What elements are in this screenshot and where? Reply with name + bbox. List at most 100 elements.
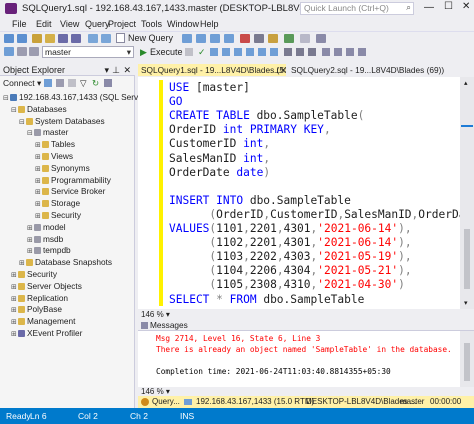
close-icon[interactable]: ✕ xyxy=(123,64,131,76)
query-options-icon[interactable] xyxy=(222,48,230,56)
properties-icon[interactable] xyxy=(316,34,326,43)
close-button[interactable]: ✕ xyxy=(462,1,470,12)
collapse-icon[interactable]: ⊟ xyxy=(11,105,18,116)
menu-project[interactable]: Project xyxy=(108,19,136,29)
quick-launch-input[interactable]: Quick Launch (Ctrl+Q) ⌕ xyxy=(300,2,414,15)
tree-node[interactable]: ⊟ System Databases xyxy=(19,116,105,127)
find-icon[interactable] xyxy=(300,34,310,43)
refresh-icon[interactable]: ↻ xyxy=(92,77,99,89)
menu-window[interactable]: Window xyxy=(167,19,199,29)
close-icon[interactable]: ✕ xyxy=(280,64,286,76)
database-select[interactable]: master ▾ xyxy=(42,46,134,58)
scroll-up-icon[interactable]: ▴ xyxy=(464,79,468,87)
tree-node[interactable]: ⊞ Storage xyxy=(35,198,80,209)
tree-node[interactable]: ⊞ PolyBase xyxy=(11,304,62,315)
collapse-icon[interactable]: ⊟ xyxy=(27,128,34,139)
tree-node[interactable]: ⊞ Database Snapshots xyxy=(19,257,112,268)
comment-icon[interactable] xyxy=(322,48,330,56)
collapse-icon[interactable]: ⊟ xyxy=(19,117,26,128)
pin-icon[interactable]: ⊥ xyxy=(112,64,120,76)
include-plan-icon[interactable] xyxy=(246,48,254,56)
tree-node[interactable]: ⊞ Service Broker xyxy=(35,186,105,197)
back-icon[interactable] xyxy=(4,34,14,43)
tree-node[interactable]: ⊞ Management xyxy=(11,316,75,327)
disconnect-icon[interactable] xyxy=(17,47,27,56)
tree-node[interactable]: ⊞ Programmability xyxy=(35,175,111,186)
save-icon[interactable] xyxy=(58,34,68,43)
results-grid-icon[interactable] xyxy=(296,48,304,56)
xmla-query-icon[interactable] xyxy=(224,34,234,43)
disconnect-icon[interactable] xyxy=(56,79,64,87)
menu-view[interactable]: View xyxy=(60,19,79,29)
results-file-icon[interactable] xyxy=(308,48,316,56)
tab-sqlquery1[interactable]: SQLQuery1.sql - 19...L8V4D\Blades (53))*… xyxy=(138,64,286,76)
expand-icon[interactable]: ⊞ xyxy=(11,305,18,316)
messages-zoom[interactable]: 146 % ▾ xyxy=(138,387,474,396)
expand-icon[interactable]: ⊞ xyxy=(35,199,42,210)
expand-icon[interactable]: ⊞ xyxy=(11,317,18,328)
expand-icon[interactable]: ⊞ xyxy=(35,176,42,187)
expand-icon[interactable]: ⊞ xyxy=(11,294,18,305)
database-query-icon[interactable] xyxy=(182,34,192,43)
parse-icon[interactable]: ✓ xyxy=(198,47,206,58)
minimize-button[interactable]: — xyxy=(424,2,434,13)
scroll-thumb[interactable] xyxy=(464,343,470,381)
expand-icon[interactable]: ⊞ xyxy=(35,164,42,175)
expand-icon[interactable]: ⊞ xyxy=(27,235,34,246)
filter-icon[interactable]: ▽ xyxy=(80,77,87,89)
menu-file[interactable]: File xyxy=(12,19,27,29)
menu-tools[interactable]: Tools xyxy=(141,19,162,29)
tree-node[interactable]: ⊞ Synonyms xyxy=(35,163,90,174)
save-all-icon[interactable] xyxy=(71,34,81,43)
stop-icon[interactable] xyxy=(68,79,76,87)
display-plan-icon[interactable] xyxy=(210,48,218,56)
connect-icon[interactable] xyxy=(4,47,14,56)
execute-button[interactable]: Execute xyxy=(150,47,183,57)
intellisense-icon[interactable] xyxy=(234,48,242,56)
cut-icon[interactable] xyxy=(240,34,250,43)
tree-node[interactable]: ⊞ XEvent Profiler xyxy=(11,328,82,339)
forward-icon[interactable] xyxy=(17,34,27,43)
tree-node[interactable]: ⊟ 192.168.43.167,1433 (SQL Server 15 xyxy=(3,92,157,103)
live-stats-icon[interactable] xyxy=(258,48,266,56)
expand-icon[interactable]: ⊞ xyxy=(11,282,18,293)
tree-node[interactable]: ⊞ Security xyxy=(35,210,81,221)
tree-node[interactable]: ⊞ msdb xyxy=(27,234,63,245)
expand-icon[interactable]: ⊞ xyxy=(11,329,18,340)
editor-zoom[interactable]: 146 % ▾ xyxy=(138,309,474,320)
editor-vertical-scrollbar[interactable]: ▴ ▾ xyxy=(460,77,474,309)
mdx-query-icon[interactable] xyxy=(210,34,220,43)
messages-tab[interactable]: Messages xyxy=(138,320,474,331)
sql-editor[interactable]: USE [master] GO CREATE TABLE dbo.SampleTab… xyxy=(138,77,474,309)
tree-node[interactable]: ⊟ Databases xyxy=(11,104,67,115)
expand-icon[interactable]: ⊞ xyxy=(19,258,26,269)
tree-node[interactable]: ⊞ Replication xyxy=(11,293,68,304)
menu-query[interactable]: Query xyxy=(85,19,110,29)
expand-icon[interactable]: ⊞ xyxy=(35,140,42,151)
redo-icon[interactable] xyxy=(101,34,111,43)
tree-node[interactable]: ⊞ tempdb xyxy=(27,245,71,256)
expand-icon[interactable]: ⊞ xyxy=(35,187,42,198)
debug-icon[interactable] xyxy=(284,34,294,43)
copy-icon[interactable] xyxy=(254,34,264,43)
tree-node[interactable]: ⊞ Tables xyxy=(35,139,75,150)
expand-icon[interactable]: ⊞ xyxy=(27,223,34,234)
chevron-down-icon[interactable]: ▾ xyxy=(104,64,109,76)
menu-help[interactable]: Help xyxy=(200,19,219,29)
analysis-query-icon[interactable] xyxy=(196,34,206,43)
outdent-icon[interactable] xyxy=(358,48,366,56)
tree-node[interactable]: ⊟ master xyxy=(27,127,68,138)
connect-button[interactable]: Connect ▾ xyxy=(3,78,41,88)
maximize-button[interactable]: ☐ xyxy=(444,1,453,12)
uncomment-icon[interactable] xyxy=(334,48,342,56)
tab-sqlquery2[interactable]: SQLQuery2.sql - 19...L8V4D\Blades (69)) xyxy=(288,64,468,76)
client-stats-icon[interactable] xyxy=(270,48,278,56)
connect-icon[interactable] xyxy=(44,79,52,87)
tree-node[interactable]: ⊞ Server Objects xyxy=(11,281,82,292)
expand-icon[interactable]: ⊞ xyxy=(35,211,42,222)
tree-node[interactable]: ⊞ Security xyxy=(11,269,57,280)
expand-icon[interactable]: ⊞ xyxy=(11,270,18,281)
indent-icon[interactable] xyxy=(346,48,354,56)
scroll-thumb[interactable] xyxy=(464,229,470,289)
paste-icon[interactable] xyxy=(268,34,278,43)
